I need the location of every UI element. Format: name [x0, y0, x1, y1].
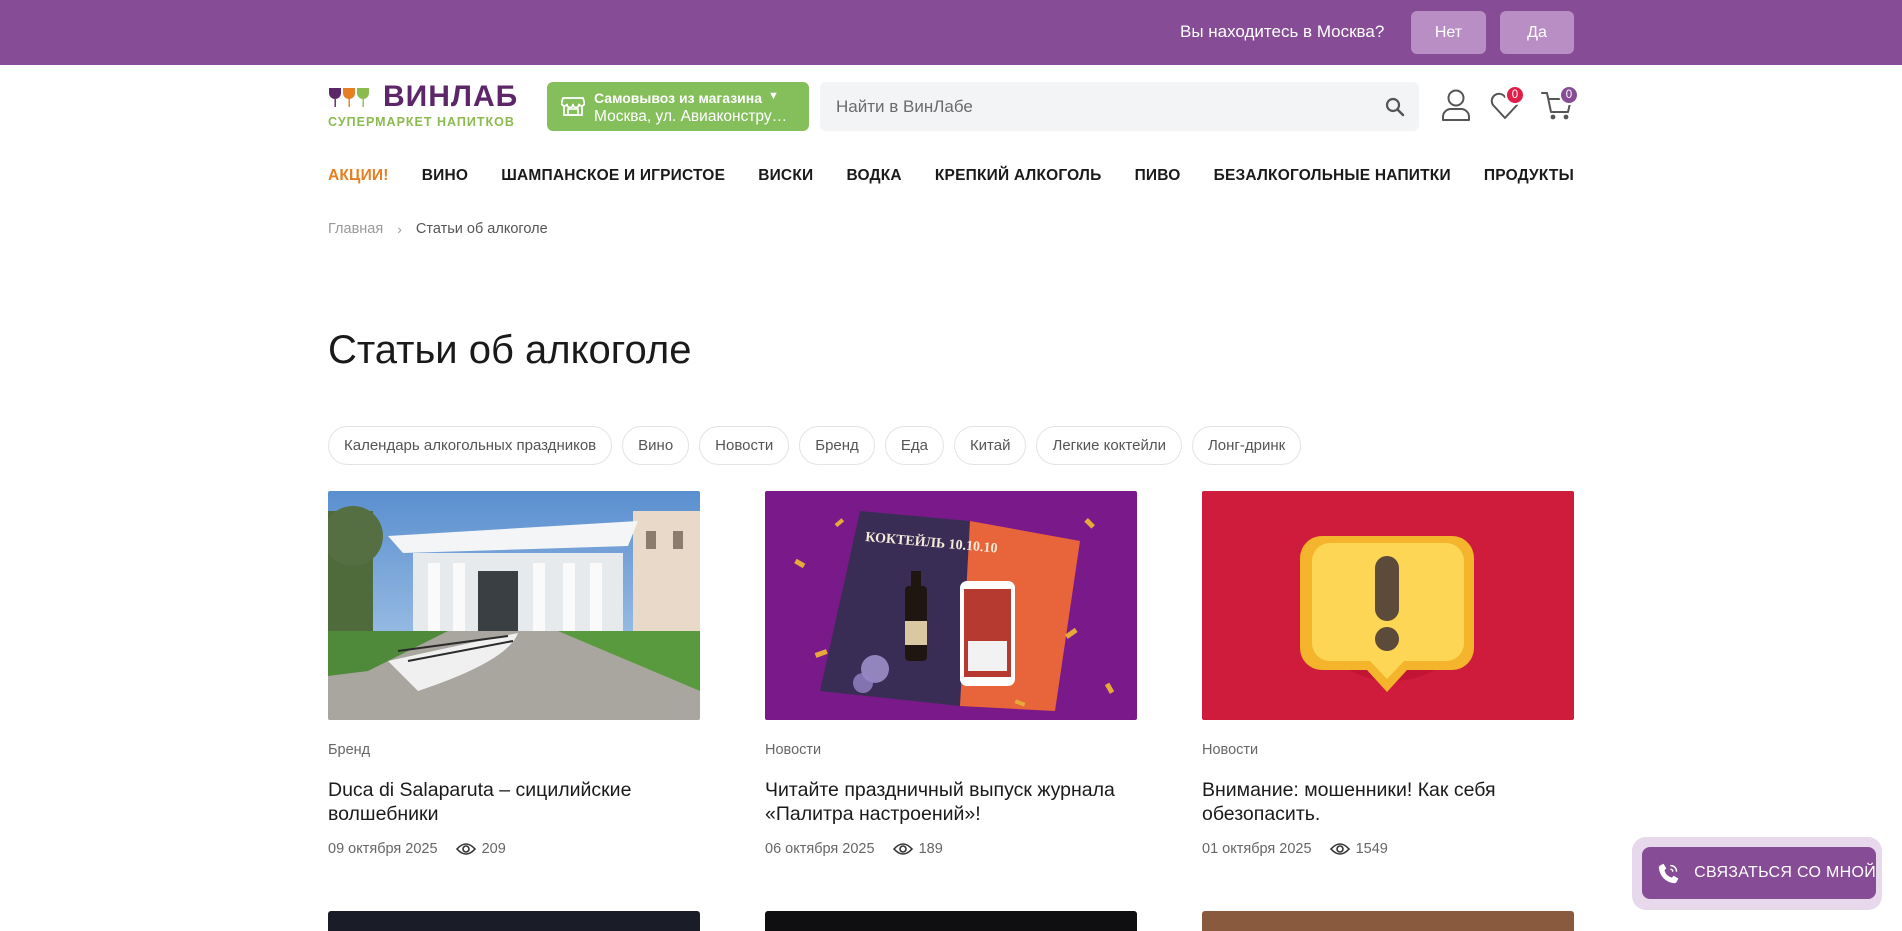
article-views: 189: [892, 841, 943, 857]
nav-item-wine[interactable]: ВИНО: [422, 167, 468, 187]
pickup-address: Москва, ул. Авиаконструктора: [594, 108, 794, 125]
nav-item-products[interactable]: ПРОДУКТЫ: [1484, 167, 1574, 187]
eye-icon: [1329, 843, 1350, 855]
contact-widget: СВЯЗАТЬСЯ СО МНОЙ: [1632, 837, 1882, 910]
article-image-warning[interactable]: [1202, 491, 1574, 720]
cart-count-badge: 0: [1559, 85, 1579, 105]
category-chips: Календарь алкогольных праздников Вино Но…: [328, 426, 1302, 465]
article-title[interactable]: Duca di Salaparuta – сицилийские волшебн…: [328, 778, 700, 826]
eye-icon: [455, 843, 476, 855]
chip-long-drink[interactable]: Лонг-дринк: [1191, 426, 1302, 465]
eye-icon: [892, 843, 913, 855]
article-date: 09 октября 2025: [328, 841, 438, 857]
geo-no-button[interactable]: Нет: [1411, 11, 1486, 54]
article-date: 06 октября 2025: [765, 841, 875, 857]
nav-item-beer[interactable]: ПИВО: [1135, 167, 1181, 187]
nav-item-spirits[interactable]: КРЕПКИЙ АЛКОГОЛЬ: [935, 167, 1102, 187]
article-views-count: 209: [481, 841, 506, 857]
user-icon[interactable]: [1440, 88, 1472, 122]
geo-bar: Вы находитесь в Москва? Нет Да: [0, 0, 1902, 65]
nav-item-soft-drinks[interactable]: БЕЗАЛКОГОЛЬНЫЕ НАПИТКИ: [1214, 167, 1451, 187]
nav-item-vodka[interactable]: ВОДКА: [846, 167, 901, 187]
nav-item-champagne[interactable]: ШАМПАНСКОЕ И ИГРИСТОЕ: [501, 167, 725, 187]
chip-light-cocktails[interactable]: Легкие коктейли: [1036, 426, 1182, 465]
article-card[interactable]: КОКТЕЙЛЬ 10.10.10 Новости Читайте праздн…: [765, 491, 1137, 857]
article-image-partial[interactable]: [328, 911, 700, 931]
wine-glasses-icon: [329, 88, 369, 107]
logo-tagline: СУПЕРМАРКЕТ НАПИТКОВ: [328, 115, 515, 129]
search-icon[interactable]: [1385, 97, 1405, 117]
chip-wine[interactable]: Вино: [622, 426, 690, 465]
article-card[interactable]: Бренд Duca di Salaparuta – сицилийские в…: [328, 491, 700, 857]
chip-brand[interactable]: Бренд: [799, 426, 875, 465]
phone-icon: [1658, 863, 1679, 884]
chevron-down-icon: ▼: [768, 90, 779, 102]
article-views: 209: [455, 841, 506, 857]
article-views-count: 189: [918, 841, 943, 857]
nav-item-whisky[interactable]: ВИСКИ: [758, 167, 813, 187]
nav-item-promo[interactable]: АКЦИИ!: [328, 167, 389, 187]
logo[interactable]: ВИНЛАБ СУПЕРМАРКЕТ НАПИТКОВ: [328, 80, 526, 130]
article-meta: 06 октября 2025 189: [765, 841, 1137, 857]
article-tag[interactable]: Новости: [765, 742, 1137, 758]
chip-holiday-calendar[interactable]: Календарь алкогольных праздников: [328, 426, 613, 465]
article-meta: 01 октября 2025 1549: [1202, 841, 1574, 857]
article-meta: 09 октября 2025 209: [328, 841, 700, 857]
search-box: [820, 82, 1419, 131]
logo-wordmark: ВИНЛАБ: [383, 80, 519, 113]
breadcrumb-current: Статьи об алкоголе: [415, 221, 548, 237]
article-views-count: 1549: [1355, 841, 1388, 857]
search-input[interactable]: [820, 82, 1380, 131]
article-date: 01 октября 2025: [1202, 841, 1312, 857]
favorites-count-badge: 0: [1505, 85, 1525, 105]
contact-me-label: СВЯЗАТЬСЯ СО МНОЙ: [1694, 864, 1876, 881]
geo-yes-button[interactable]: Да: [1500, 11, 1574, 54]
article-tag[interactable]: Новости: [1202, 742, 1574, 758]
geo-question: Вы находитесь в Москва?: [1180, 22, 1385, 41]
chip-china[interactable]: Китай: [953, 426, 1027, 465]
article-title[interactable]: Внимание: мошенники! Как себя обезопасит…: [1202, 778, 1574, 826]
chip-news[interactable]: Новости: [699, 426, 790, 465]
pickup-selector[interactable]: Самовывоз из магазина ▼ Москва, ул. Авиа…: [547, 82, 809, 131]
article-views: 1549: [1329, 841, 1388, 857]
contact-me-button[interactable]: СВЯЗАТЬСЯ СО МНОЙ: [1642, 847, 1876, 899]
article-image-winery[interactable]: [328, 491, 700, 720]
chip-food[interactable]: Еда: [884, 426, 944, 465]
article-card[interactable]: Новости Внимание: мошенники! Как себя об…: [1202, 491, 1574, 857]
pickup-title: Самовывоз из магазина: [594, 90, 762, 106]
article-image-partial[interactable]: [765, 911, 1137, 931]
main-nav: АКЦИИ! ВИНО ШАМПАНСКОЕ И ИГРИСТОЕ ВИСКИ …: [328, 167, 1574, 187]
article-tag[interactable]: Бренд: [328, 742, 700, 758]
breadcrumb: Главная › Статьи об алкоголе: [328, 221, 548, 237]
article-image-magazine[interactable]: КОКТЕЙЛЬ 10.10.10: [765, 491, 1137, 720]
store-icon: [561, 97, 585, 116]
breadcrumb-home[interactable]: Главная: [328, 221, 383, 237]
article-title[interactable]: Читайте праздничный выпуск журнала «Пали…: [765, 778, 1137, 826]
chevron-right-icon: ›: [397, 221, 402, 237]
page-title: Статьи об алкоголе: [328, 328, 692, 372]
article-image-partial[interactable]: [1202, 911, 1574, 931]
